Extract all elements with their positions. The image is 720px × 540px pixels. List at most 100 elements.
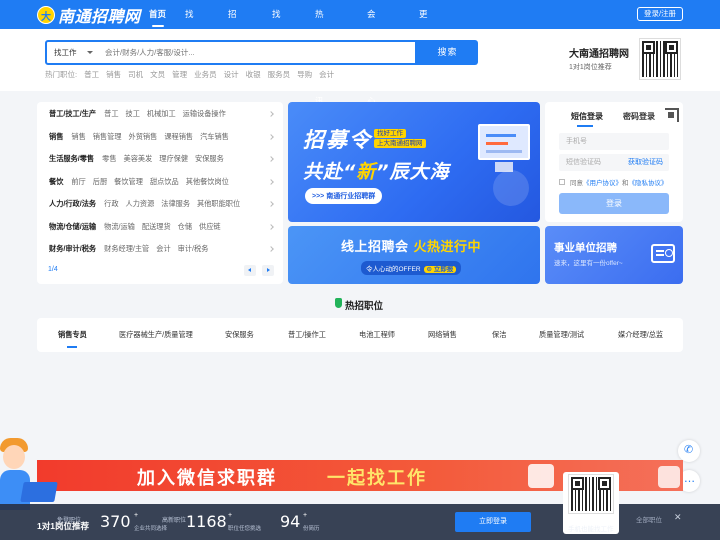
get-code-button[interactable]: 获取验证码 <box>628 154 663 171</box>
category-sub[interactable]: 其他餐饮岗位 <box>186 177 229 189</box>
category-sub[interactable]: 美容美发 <box>124 154 153 166</box>
search-type-select[interactable]: 找工作 <box>54 42 77 63</box>
hot-keyword[interactable]: 普工 <box>84 69 99 80</box>
category-sub[interactable]: 汽车销售 <box>200 132 229 144</box>
job-tab[interactable]: 质量管理/测试 <box>539 330 584 340</box>
chevron-right-icon[interactable] <box>268 134 274 140</box>
category-sub[interactable]: 课程销售 <box>164 132 193 144</box>
category-sub[interactable]: 销售 <box>71 132 85 144</box>
hot-keyword[interactable]: 导购 <box>297 69 312 80</box>
category-sub[interactable]: 普工 <box>104 109 118 121</box>
job-tab[interactable]: 媒介经理/总监 <box>618 330 663 340</box>
join-group-button[interactable]: >>> 南通行业招聘群 <box>305 188 383 204</box>
category-row[interactable]: 生活服务/零售 零售 美容美发 理疗保健 安保服务 <box>49 154 231 166</box>
category-title[interactable]: 普工/技工/生产 <box>49 109 96 121</box>
hot-keyword[interactable]: 服务员 <box>268 69 291 80</box>
category-sub[interactable]: 仓储 <box>178 222 192 234</box>
category-sub[interactable]: 后厨 <box>93 177 107 189</box>
category-sub[interactable]: 供应链 <box>199 222 221 234</box>
hot-keyword[interactable]: 文员 <box>150 69 165 80</box>
category-sub[interactable]: 销售管理 <box>93 132 122 144</box>
hot-keyword[interactable]: 业务员 <box>194 69 217 80</box>
login-submit-button[interactable]: 登录 <box>559 193 669 214</box>
main-nav: 首页 找工作 招人才 找公司 热门资讯 会员中心 更多 » <box>149 0 428 106</box>
category-title[interactable]: 人力/行政/法务 <box>49 199 96 211</box>
job-tab[interactable]: 销售专员 <box>58 330 87 348</box>
job-tab[interactable]: 安保服务 <box>225 330 254 340</box>
close-icon[interactable]: ✕ <box>674 512 682 523</box>
chevron-right-icon[interactable] <box>268 201 274 207</box>
category-row[interactable]: 普工/技工/生产 普工 技工 机械加工 运输设备操作 <box>49 109 233 121</box>
category-sub[interactable]: 会计 <box>156 244 170 256</box>
category-row[interactable]: 餐饮 前厅 后厨 餐饮管理 甜点饮品 其他餐饮岗位 <box>49 177 236 189</box>
prev-page-icon[interactable] <box>244 265 256 276</box>
tab-password-login[interactable]: 密码登录 <box>623 111 655 122</box>
chevron-right-icon[interactable] <box>268 246 274 252</box>
category-sub[interactable]: 技工 <box>126 109 140 121</box>
category-sub[interactable]: 配送理货 <box>142 222 171 234</box>
job-tab[interactable]: 电池工程师 <box>359 330 395 340</box>
login-register-button[interactable]: 登录/注册 <box>637 7 683 21</box>
chart-bar-deco <box>486 142 508 145</box>
user-agreement-link[interactable]: 《用户协议》 <box>583 177 622 187</box>
site-logo[interactable]: 大 南通招聘网 <box>37 5 141 26</box>
category-title[interactable]: 生活服务/零售 <box>49 154 94 166</box>
category-title[interactable]: 财务/审计/税务 <box>49 244 96 256</box>
category-title[interactable]: 物流/仓储/运输 <box>49 222 96 234</box>
register-now-button[interactable]: ⊙ 立即报 <box>423 266 457 273</box>
privacy-agreement-link[interactable]: 《隐私协议》 <box>629 177 668 187</box>
category-sub[interactable]: 其他职能职位 <box>197 199 240 211</box>
job-tab[interactable]: 普工/操作工 <box>288 330 326 340</box>
category-sub[interactable]: 理疗保健 <box>159 154 188 166</box>
category-sub[interactable]: 前厅 <box>71 177 85 189</box>
chevron-right-icon[interactable] <box>268 111 274 117</box>
category-row[interactable]: 人力/行政/法务 行政 人力资源 法律服务 其他职能职位 <box>49 199 247 211</box>
category-sub[interactable]: 运输设备操作 <box>183 109 226 121</box>
job-tab[interactable]: 保洁 <box>492 330 506 340</box>
category-sub[interactable]: 外贸销售 <box>129 132 158 144</box>
category-sub[interactable]: 财务经理/主管 <box>104 244 149 256</box>
category-row[interactable]: 销售 销售 销售管理 外贸销售 课程销售 汽车销售 <box>49 132 236 144</box>
category-title[interactable]: 餐饮 <box>49 177 63 189</box>
chevron-right-icon[interactable] <box>268 156 274 162</box>
agree-checkbox[interactable] <box>559 179 565 185</box>
job-tab[interactable]: 医疗器械生产/质量管理 <box>119 330 193 340</box>
phone-icon[interactable] <box>678 440 700 462</box>
category-sub[interactable]: 机械加工 <box>147 109 176 121</box>
search-button[interactable]: 搜索 <box>417 40 478 65</box>
chevron-right-icon[interactable] <box>268 179 274 185</box>
all-jobs-link[interactable]: 全部职位 <box>636 514 662 524</box>
chevron-right-icon[interactable] <box>268 224 274 230</box>
hot-keyword[interactable]: 收银 <box>246 69 261 80</box>
category-sub[interactable]: 甜点饮品 <box>150 177 179 189</box>
hot-keyword[interactable]: 管理 <box>172 69 187 80</box>
search-input[interactable] <box>105 44 405 61</box>
online-fair-banner[interactable]: 线上招聘会 火热进行中 令人心动的OFFER ⊙ 立即报 <box>288 226 540 284</box>
category-sub[interactable]: 人力资源 <box>126 199 155 211</box>
category-sub[interactable]: 行政 <box>104 199 118 211</box>
recruit-banner[interactable]: 招募令 找好工作 上大南通招聘网 共赴“新”辰大海 >>> 南通行业招聘群 <box>288 102 540 222</box>
next-page-icon[interactable] <box>262 265 274 276</box>
category-sub[interactable]: 零售 <box>102 154 116 166</box>
hot-keyword[interactable]: 会计 <box>319 69 334 80</box>
job-tab[interactable]: 网络销售 <box>428 330 457 340</box>
category-sub[interactable]: 法律服务 <box>161 199 190 211</box>
hot-keyword[interactable]: 设计 <box>224 69 239 80</box>
hot-keyword[interactable]: 司机 <box>128 69 143 80</box>
category-sub[interactable]: 安保服务 <box>195 154 224 166</box>
tab-sms-login[interactable]: 短信登录 <box>571 111 603 127</box>
category-sub[interactable]: 物流/运输 <box>104 222 135 234</box>
chevron-down-icon[interactable] <box>87 51 93 54</box>
category-title[interactable]: 销售 <box>49 132 63 144</box>
public-institution-banner[interactable]: 事业单位招聘 速来，这里有一份offer~ <box>545 226 683 284</box>
category-row[interactable]: 物流/仓储/运输 物流/运输 配送理货 仓储 供应链 <box>49 222 228 234</box>
hot-keyword[interactable]: 销售 <box>106 69 121 80</box>
qr-login-icon[interactable] <box>665 108 679 122</box>
category-row[interactable]: 财务/审计/税务 财务经理/主管 会计 审计/税务 <box>49 244 215 256</box>
login-now-button[interactable]: 立即登录 <box>455 512 531 532</box>
category-sub[interactable]: 审计/税务 <box>178 244 209 256</box>
phone-field[interactable]: 手机号 <box>559 133 669 150</box>
register-label: 立即报 <box>433 266 454 273</box>
category-sub[interactable]: 餐饮管理 <box>114 177 143 189</box>
nav-home[interactable]: 首页 <box>149 0 166 29</box>
